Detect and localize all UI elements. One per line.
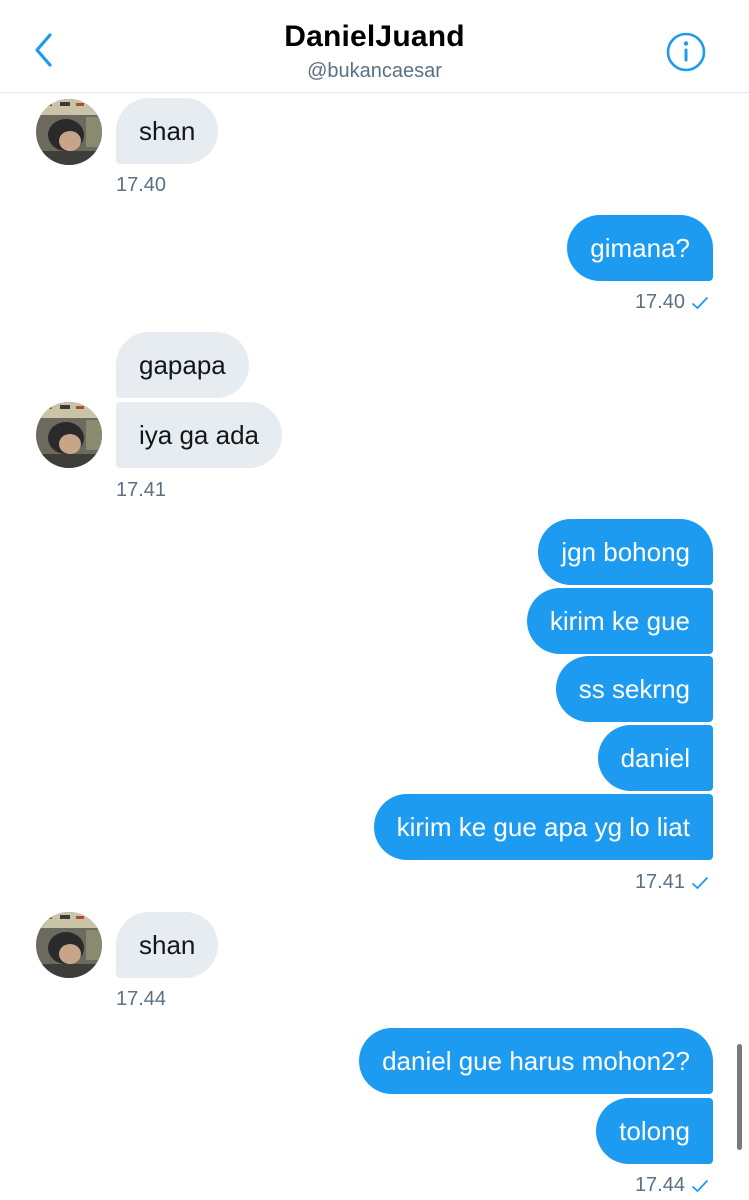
read-check-icon (691, 1179, 709, 1192)
received-message[interactable]: gapapa (116, 332, 249, 398)
contact-avatar[interactable] (36, 99, 102, 165)
sent-message[interactable]: gimana? (567, 215, 713, 281)
conversation-title[interactable]: DanielJuand (0, 20, 749, 54)
message-timestamp: 17.40 (634, 291, 685, 313)
sent-message[interactable]: kirim ke gue apa yg lo liat (373, 794, 713, 860)
message-timestamp-row: 17.41 (635, 871, 709, 894)
read-check-icon (691, 296, 709, 309)
message-timestamp: 17.41 (116, 479, 167, 501)
sent-message[interactable]: ss sekrng (555, 656, 713, 722)
sent-message[interactable]: jgn bohong (538, 519, 713, 585)
message-timestamp-row: 17.40 (635, 291, 709, 314)
conversation-handle: @bukancaesar (307, 60, 442, 82)
received-message[interactable]: shan (116, 912, 219, 978)
scrollbar[interactable] (737, 1044, 742, 1150)
sent-message[interactable]: kirim ke gue (526, 588, 713, 654)
contact-avatar[interactable] (36, 402, 102, 468)
message-thread: shan 17.40 gimana? 17.40 gapapa iya ga a… (0, 0, 749, 1200)
info-button[interactable] (664, 30, 708, 74)
info-icon (666, 32, 706, 72)
message-timestamp: 17.44 (634, 1174, 685, 1196)
sent-message[interactable]: daniel (597, 725, 713, 791)
conversation-header: DanielJuand @bukancaesar (0, 0, 749, 93)
received-message[interactable]: shan (116, 98, 219, 164)
message-timestamp: 17.44 (116, 988, 167, 1010)
received-message[interactable]: iya ga ada (116, 402, 282, 468)
message-timestamp-row: 17.44 (635, 1174, 709, 1197)
contact-avatar[interactable] (36, 912, 102, 978)
message-timestamp: 17.40 (116, 174, 167, 196)
message-timestamp: 17.41 (634, 871, 685, 893)
read-check-icon (691, 876, 709, 889)
sent-message[interactable]: daniel gue harus mohon2? (359, 1028, 713, 1094)
sent-message[interactable]: tolong (596, 1098, 713, 1164)
